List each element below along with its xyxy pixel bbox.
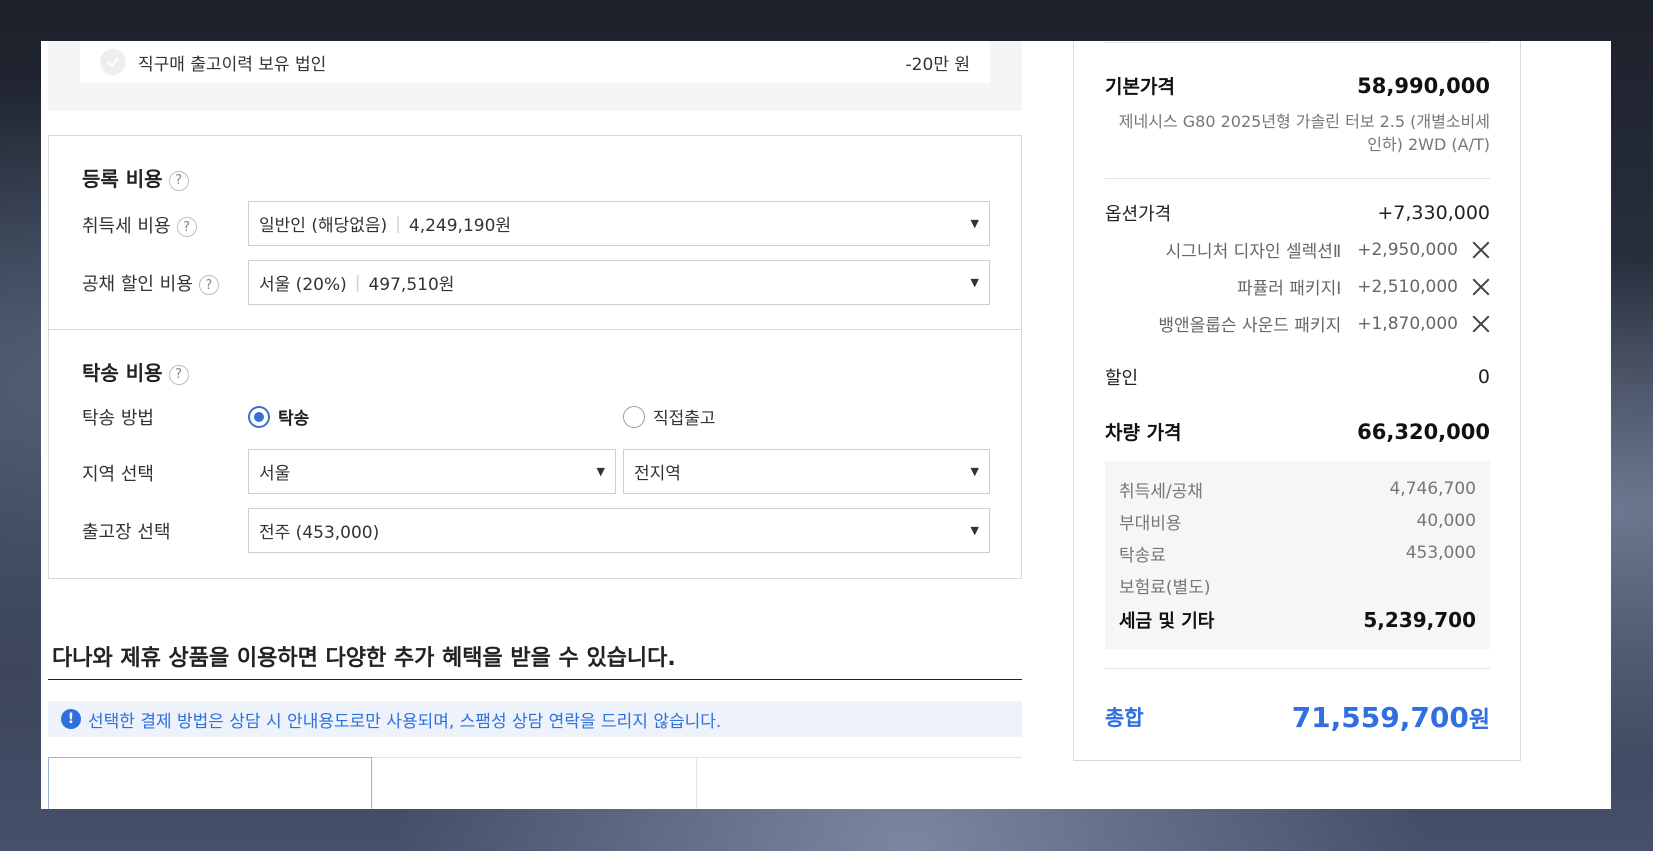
dropdown-arrow-icon: ▼ bbox=[596, 465, 605, 478]
region-district-select[interactable]: 전지역 ▼ bbox=[623, 449, 990, 494]
discount-item-label: 직구매 출고이력 보유 법인 bbox=[138, 54, 327, 75]
help-icon[interactable]: ? bbox=[176, 217, 197, 237]
option-item: 파퓰러 패키지Ⅰ +2,510,000 bbox=[1105, 274, 1490, 300]
help-icon[interactable]: ? bbox=[168, 364, 189, 385]
summary-divider bbox=[1105, 668, 1490, 669]
acquisition-tax-select[interactable]: 일반인 (해당없음) | 4,249,190원 ▼ bbox=[248, 201, 990, 246]
radio-delivery[interactable]: 탁송 bbox=[248, 404, 309, 429]
tax-row: 탁송료 453,000 bbox=[1119, 543, 1476, 566]
bond-discount-label: 공채 할인 비용? bbox=[82, 270, 219, 296]
close-icon[interactable] bbox=[1472, 315, 1490, 333]
option-price-row: 옵션가격 +7,330,000 bbox=[1105, 202, 1490, 225]
discount-panel: 직구매 출고이력 보유 법인 -20만 원 bbox=[48, 41, 1022, 111]
notice-text: 선택한 결제 방법은 상담 시 안내용도로만 사용되며, 스팸성 상담 연락을 … bbox=[88, 711, 722, 732]
total-value: 71,559,700원 bbox=[1291, 701, 1490, 734]
discount-row: 할인 0 bbox=[1105, 366, 1490, 389]
region-label: 지역 선택 bbox=[82, 464, 154, 485]
notice-bar: ! 선택한 결제 방법은 상담 시 안내용도로만 사용되며, 스팸성 상담 연락… bbox=[48, 701, 1022, 737]
dropdown-arrow-icon: ▼ bbox=[970, 524, 979, 537]
tax-row: 부대비용 40,000 bbox=[1119, 511, 1476, 534]
vehicle-price-row: 차량 가격 66,320,000 bbox=[1105, 419, 1490, 445]
help-icon[interactable]: ? bbox=[168, 170, 189, 191]
total-row: 총합 71,559,700원 bbox=[1105, 701, 1490, 734]
delivery-method-label: 탁송 방법 bbox=[82, 408, 154, 429]
summary-divider bbox=[1105, 178, 1490, 179]
region-city-select[interactable]: 서울 ▼ bbox=[248, 449, 616, 494]
registration-title: 등록 비용? bbox=[82, 163, 189, 192]
depot-select[interactable]: 전주 (453,000) ▼ bbox=[248, 508, 990, 553]
radio-selected-icon[interactable] bbox=[248, 405, 270, 428]
tax-total-row: 세금 및 기타 5,239,700 bbox=[1119, 608, 1476, 632]
base-price-desc: 제네시스 G80 2025년형 가솔린 터보 2.5 (개별소비세 인하) 2W… bbox=[1118, 112, 1490, 154]
option-item: 시그니처 디자인 셀렉션Ⅱ +2,950,000 bbox=[1105, 237, 1490, 263]
option-item: 뱅앤올룹슨 사운드 패키지 +1,870,000 bbox=[1105, 311, 1490, 337]
close-icon[interactable] bbox=[1472, 241, 1490, 259]
tax-breakdown: 취득세/공채 4,746,700 부대비용 40,000 탁송료 453,000 보험… bbox=[1105, 461, 1490, 649]
radio-direct-pickup[interactable]: 직접출고 bbox=[623, 404, 716, 429]
payment-tab[interactable] bbox=[48, 757, 372, 809]
bond-discount-select[interactable]: 서울 (20%) | 497,510원 ▼ bbox=[248, 260, 990, 305]
dropdown-arrow-icon: ▼ bbox=[970, 276, 979, 289]
partner-heading: 다나와 제휴 상품을 이용하면 다양한 추가 혜택을 받을 수 있습니다. bbox=[52, 646, 676, 671]
partner-divider bbox=[48, 679, 1022, 680]
help-icon[interactable]: ? bbox=[198, 275, 219, 295]
discount-item-value: -20만 원 bbox=[905, 54, 970, 75]
depot-label: 출고장 선택 bbox=[82, 522, 171, 543]
dropdown-arrow-icon: ▼ bbox=[970, 465, 979, 478]
price-summary: 기본가격 58,990,000 제네시스 G80 2025년형 가솔린 터보 2… bbox=[1073, 41, 1521, 761]
close-icon[interactable] bbox=[1472, 278, 1490, 296]
payment-tabs bbox=[48, 757, 1022, 809]
check-circle-icon bbox=[100, 49, 126, 75]
tax-row: 취득세/공채 4,746,700 bbox=[1119, 479, 1476, 502]
cost-box: 등록 비용? 취득세 비용? 일반인 (해당없음) | 4,249,190원 ▼ 공… bbox=[48, 135, 1022, 579]
dropdown-arrow-icon: ▼ bbox=[970, 217, 979, 230]
summary-top-divider bbox=[1105, 42, 1490, 43]
tax-row: 보험료(별도) bbox=[1119, 577, 1211, 598]
discount-item[interactable]: 직구매 출고이력 보유 법인 -20만 원 bbox=[80, 41, 990, 83]
delivery-title: 탁송 비용? bbox=[82, 357, 189, 386]
page: 직구매 출고이력 보유 법인 -20만 원 등록 비용? 취득세 비용? 일반인… bbox=[41, 41, 1611, 809]
section-divider bbox=[49, 329, 1021, 330]
tab-separator bbox=[696, 758, 697, 809]
radio-unselected-icon[interactable] bbox=[623, 405, 645, 428]
info-icon: ! bbox=[61, 709, 81, 729]
base-price-row: 기본가격 58,990,000 bbox=[1105, 73, 1490, 99]
acquisition-tax-label: 취득세 비용? bbox=[82, 212, 197, 238]
